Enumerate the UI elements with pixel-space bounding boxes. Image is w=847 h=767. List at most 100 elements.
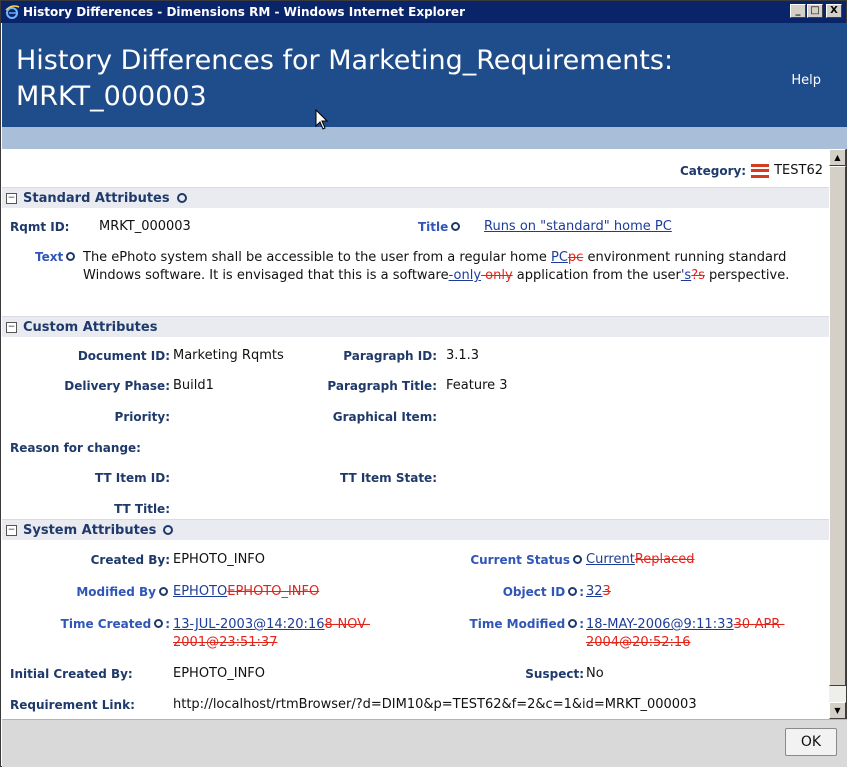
suspect-value: No <box>586 666 604 681</box>
colon: : <box>165 617 170 631</box>
scrollbar-thumb[interactable] <box>829 166 846 686</box>
title-bar[interactable]: History Differences - Dimensions RM - Wi… <box>1 1 846 23</box>
inserted-text: Current <box>586 552 635 567</box>
info-icon[interactable] <box>176 193 187 203</box>
time-modified-label[interactable]: Time Modified: <box>470 617 584 631</box>
current-status-value: CurrentReplaced <box>586 552 695 567</box>
info-icon[interactable] <box>568 587 578 596</box>
text-segment: The ePhoto system shall be accessible to… <box>83 250 551 265</box>
deleted-text: 3 <box>602 584 611 599</box>
deleted-text: EPHOTO_INFO <box>227 584 320 599</box>
window-title: History Differences - Dimensions RM - Wi… <box>23 5 465 19</box>
minimize-button[interactable]: _ <box>790 4 806 18</box>
inserted-text: 's <box>680 268 692 283</box>
document-id-value: Marketing Rqmts <box>173 348 284 363</box>
vertical-scrollbar[interactable]: ▲ ▼ <box>829 149 846 719</box>
time-created-label-text: Time Created <box>60 617 152 631</box>
header-subbar <box>2 127 847 149</box>
created-by-label: Created By: <box>90 553 170 567</box>
initial-created-by-label: Initial Created By: <box>10 667 133 681</box>
reason-for-change-label: Reason for change: <box>10 441 141 455</box>
inserted-text: 13-JUL-2003@14:20:16 <box>173 617 325 632</box>
footer-bar: OK <box>2 719 847 767</box>
tt-item-id-label: TT Item ID: <box>94 471 170 485</box>
object-id-label[interactable]: Object ID: <box>503 585 584 599</box>
collapse-toggle-icon[interactable]: − <box>6 321 17 333</box>
category-label: Category: <box>679 163 747 178</box>
requirement-link-label: Requirement Link: <box>10 698 135 712</box>
deleted-text: Replaced <box>634 552 695 567</box>
text-label[interactable]: Text <box>35 250 77 264</box>
time-modified-label-text: Time Modified <box>469 617 566 631</box>
scroll-up-arrow-icon[interactable]: ▲ <box>829 149 846 166</box>
info-icon[interactable] <box>573 555 582 564</box>
created-by-value: EPHOTO_INFO <box>173 552 266 567</box>
title-value[interactable]: Runs on "standard" home PC <box>484 219 672 234</box>
tt-title-label: TT Title: <box>114 502 170 516</box>
page-title: History Differences for Marketing_Requir… <box>16 43 736 115</box>
info-icon[interactable] <box>451 222 461 231</box>
inserted-text: PC <box>551 250 568 265</box>
deleted-text: 2004@20:52:16 <box>586 635 691 650</box>
rqmt-id-value: MRKT_000003 <box>99 219 191 234</box>
section-heading: Custom Attributes <box>23 319 158 335</box>
modified-by-label-text: Modified By <box>76 585 156 599</box>
mouse-cursor-icon <box>315 109 329 130</box>
browser-window: History Differences - Dimensions RM - Wi… <box>0 0 847 767</box>
suspect-label: Suspect: <box>525 667 584 681</box>
initial-created-by-value: EPHOTO_INFO <box>173 666 266 681</box>
ok-button[interactable]: OK <box>785 728 837 756</box>
section-custom-attributes[interactable]: − Custom Attributes <box>2 316 829 337</box>
text-segment: application from the user <box>512 268 681 283</box>
paragraph-id-label: Paragraph ID: <box>343 349 437 363</box>
page-title-line2: MRKT_000003 <box>16 81 207 112</box>
time-created-label[interactable]: Time Created: <box>61 617 170 631</box>
document-id-label: Document ID: <box>77 349 170 363</box>
scroll-down-arrow-icon[interactable]: ▼ <box>829 702 846 719</box>
collapse-toggle-icon[interactable]: − <box>6 524 17 536</box>
deleted-text: pc <box>567 250 584 265</box>
inserted-text: 18-MAY-2006@9:11:33 <box>586 617 734 632</box>
info-icon[interactable] <box>163 525 174 535</box>
title-label-text: Title <box>418 220 449 234</box>
colon: : <box>579 585 584 599</box>
delivery-phase-label: Delivery Phase: <box>64 379 170 393</box>
requirement-link-value[interactable]: http://localhost/rtmBrowser/?d=DIM10&p=T… <box>173 697 697 712</box>
text-label-text: Text <box>35 250 64 264</box>
maximize-button[interactable]: □ <box>807 4 823 18</box>
paragraph-title-value: Feature 3 <box>446 378 508 393</box>
deleted-text: 30-APR- <box>733 617 785 632</box>
text-segment: perspective. <box>704 268 790 283</box>
info-icon[interactable] <box>66 252 76 261</box>
category-row: Category: TEST62 <box>680 163 823 178</box>
title-label[interactable]: Title <box>418 220 462 234</box>
deleted-text: 2001@23:51:37 <box>173 635 278 650</box>
inserted-text: EPHOTO <box>173 584 228 599</box>
window-controls: _ □ X <box>789 4 842 18</box>
delivery-phase-value: Build1 <box>173 378 214 393</box>
header-banner: History Differences for Marketing_Requir… <box>2 23 847 127</box>
current-status-label-text: Current Status <box>470 553 570 567</box>
collapse-toggle-icon[interactable]: − <box>6 192 17 204</box>
object-id-value: 323 <box>586 584 611 599</box>
help-link[interactable]: Help <box>791 73 821 88</box>
paragraph-id-value: 3.1.3 <box>446 348 480 363</box>
modified-by-label[interactable]: Modified By <box>76 585 170 599</box>
rqmt-id-label: Rqmt ID: <box>10 220 70 234</box>
info-icon[interactable] <box>568 619 578 628</box>
section-heading: System Attributes <box>23 522 157 538</box>
text-value: The ePhoto system shall be accessible to… <box>83 249 813 285</box>
deleted-text: only <box>481 268 513 283</box>
colon: : <box>579 617 584 631</box>
deleted-text: 8-NOV- <box>324 617 370 632</box>
section-heading: Standard Attributes <box>23 190 170 206</box>
info-icon[interactable] <box>159 587 168 596</box>
time-created-value: 13-JUL-2003@14:20:168-NOV- 2001@23:51:37 <box>173 616 370 652</box>
close-button[interactable]: X <box>826 4 842 18</box>
info-icon[interactable] <box>154 619 164 628</box>
section-system-attributes[interactable]: − System Attributes <box>2 519 829 540</box>
page-title-line1: History Differences for Marketing_Requir… <box>16 45 674 76</box>
section-standard-attributes[interactable]: − Standard Attributes <box>2 187 829 208</box>
current-status-label[interactable]: Current Status <box>470 553 584 567</box>
priority-label: Priority: <box>114 410 170 424</box>
